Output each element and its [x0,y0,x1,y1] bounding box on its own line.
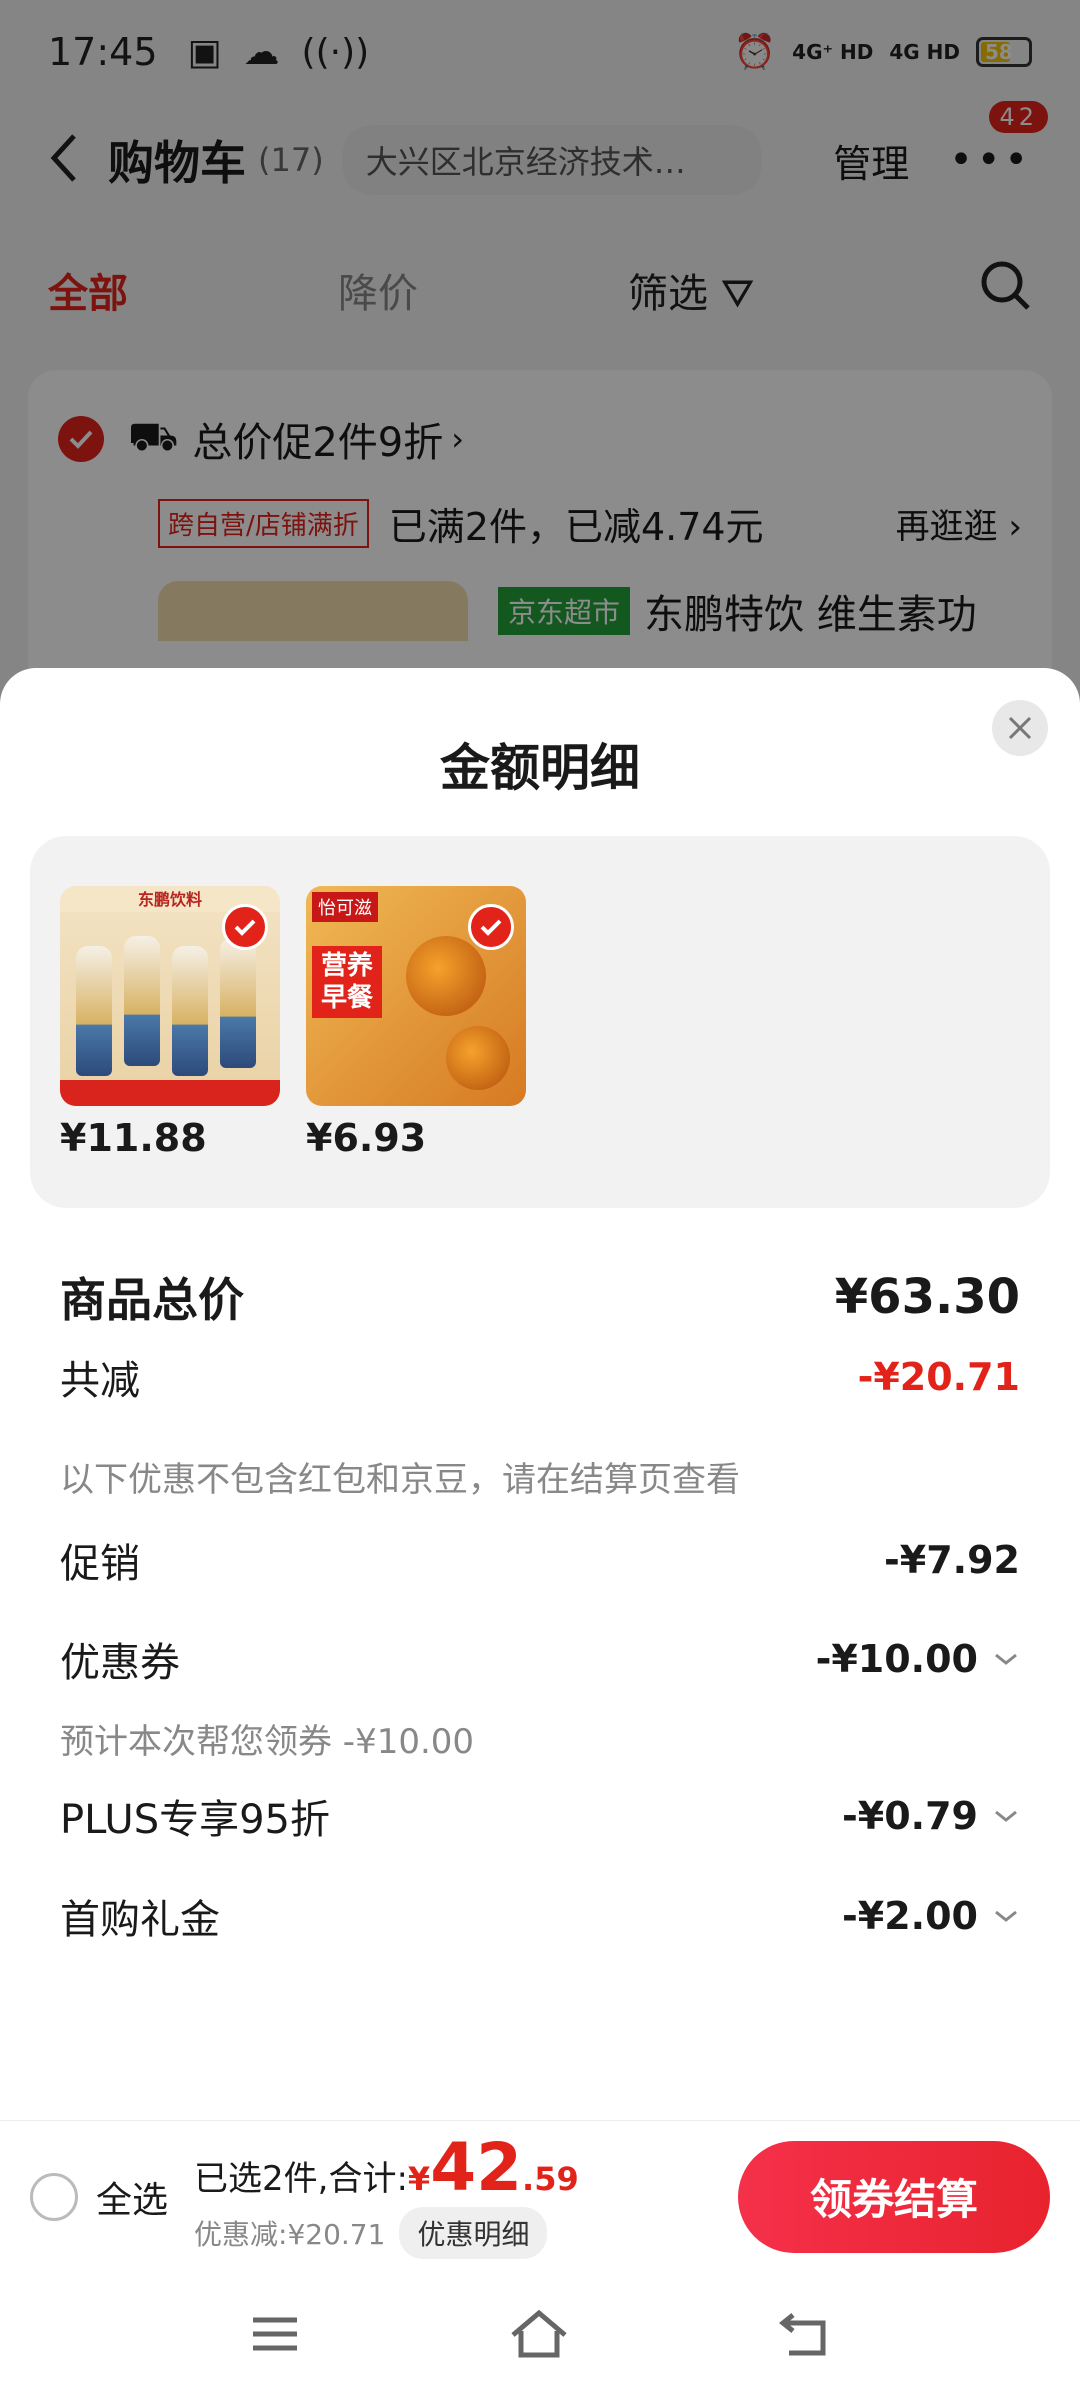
product-badge: 营养早餐 [312,946,382,1018]
discount-label: 共减 [60,1358,140,1404]
amount-detail-sheet: 金额明细 东鹏饮料 ¥11.88 怡可滋 营养早餐 ¥6.93 商品总价 ¥63… [0,668,1080,2120]
close-icon [1008,716,1032,740]
menu-icon[interactable] [251,2314,299,2358]
plus-discount-value: -¥0.79 [842,1794,978,1838]
total-label: 商品总价 [60,1273,244,1327]
back-nav-icon[interactable] [778,2311,829,2361]
first-purchase-value-group: -¥2.00 [842,1894,1020,1938]
total-value: ¥63.30 [834,1269,1020,1325]
total-row: 商品总价 ¥63.30 [60,1264,1020,1330]
selected-products: 东鹏饮料 ¥11.88 怡可滋 营养早餐 ¥6.93 [30,836,1050,1208]
discount-detail-button[interactable]: 优惠明细 [399,2206,548,2259]
product-price: ¥11.88 [60,1116,207,1160]
coupon-note: 预计本次帮您领券 -¥10.00 [60,1722,475,1762]
pastry-product-image: 怡可滋 营养早餐 [306,886,526,1106]
plus-discount-row[interactable]: PLUS专享95折 -¥0.79 [60,1787,1020,1845]
home-icon[interactable] [509,2309,569,2363]
checkout-button[interactable]: 领券结算 [738,2140,1050,2253]
product-check-icon[interactable] [468,904,514,950]
product-check-icon[interactable] [222,904,268,950]
first-purchase-row[interactable]: 首购礼金 -¥2.00 [60,1887,1020,1945]
chevron-down-icon [995,1910,1017,1922]
first-purchase-value: -¥2.00 [842,1894,978,1938]
chevron-down-icon [995,1653,1017,1665]
coupon-value: -¥10.00 [815,1637,978,1681]
selected-product-item[interactable]: 怡可滋 营养早餐 ¥6.93 [306,886,526,1160]
discount-row: 共减 -¥20.71 [60,1348,1020,1406]
first-purchase-label: 首购礼金 [60,1897,220,1943]
system-nav-bar [0,2272,1080,2400]
product-brand: 怡可滋 [312,892,378,922]
close-button[interactable] [992,700,1048,756]
select-all-label[interactable]: 全选 [96,2171,168,2223]
plus-discount-label: PLUS专享95折 [60,1797,330,1843]
drink-product-image: 东鹏饮料 [60,886,280,1106]
plus-discount-value-group: -¥0.79 [842,1794,1020,1838]
price-integer: 42 [430,2128,523,2206]
promotion-label: 促销 [60,1541,140,1587]
coupon-label: 优惠券 [60,1640,180,1686]
discount-value: -¥20.71 [857,1355,1020,1399]
coupon-row[interactable]: 优惠券 -¥10.00 [60,1630,1020,1688]
discount-note: 以下优惠不包含红包和京豆，请在结算页查看 [60,1460,740,1500]
discount-summary: 优惠减:¥20.71 [194,2217,386,2251]
order-summary: 已选2件,合计: ¥ 42 .59 优惠减:¥20.71 优惠明细 [194,2128,579,2259]
sheet-title: 金额明细 [440,739,640,797]
promotion-row: 促销 -¥7.92 [60,1531,1020,1589]
chevron-down-icon [995,1810,1017,1822]
selected-product-item[interactable]: 东鹏饮料 ¥11.88 [60,886,280,1160]
price-currency: ¥ [407,2159,431,2198]
promotion-value: -¥7.92 [884,1538,1020,1582]
checkout-bar: 全选 已选2件,合计: ¥ 42 .59 优惠减:¥20.71 优惠明细 领券结… [0,2120,1080,2272]
selected-text: 已选2件,合计: [194,2158,408,2199]
product-price: ¥6.93 [306,1116,427,1160]
coupon-value-group: -¥10.00 [816,1637,1020,1681]
price-decimal: .59 [522,2159,579,2198]
select-all-radio[interactable] [30,2172,78,2221]
